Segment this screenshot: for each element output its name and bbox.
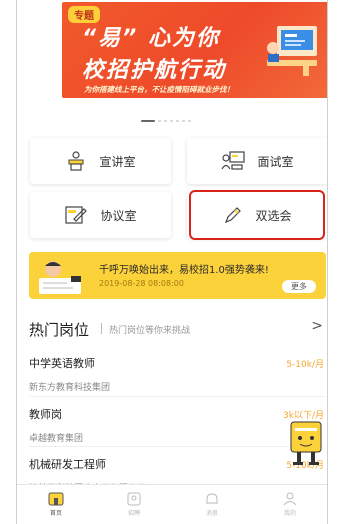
job-list-item[interactable]: 中学英语教师 新东方教育科技集团 5-10k/月 (29, 355, 324, 393)
job-title: 机械研发工程师 (29, 458, 106, 471)
job-salary: 5-10k/月 (286, 360, 324, 370)
tab-label: 消息 (205, 510, 218, 517)
job-company: 卓越教育集团 (29, 434, 84, 444)
resume-icon (127, 492, 141, 506)
carousel-dot-active[interactable] (141, 120, 155, 122)
home-icon (48, 492, 64, 506)
grid-item-label: 面试室 (257, 154, 294, 169)
section-subtitle: 热门岗位等你来挑战 (109, 326, 191, 336)
tab-label: 我的 (283, 510, 296, 517)
selection-highlight (189, 190, 325, 240)
meeting-icon (221, 151, 246, 170)
job-list-item[interactable]: 教师岗 卓越教育集团 3k以下/月 (29, 406, 324, 444)
podium-icon (68, 151, 84, 171)
carousel-dot[interactable] (164, 120, 167, 122)
list-divider (29, 446, 324, 447)
contract-icon (65, 206, 88, 224)
carousel-dot[interactable] (182, 120, 185, 122)
more-button[interactable]: 更多 (282, 280, 316, 293)
grid-item-label: 宣讲室 (99, 154, 136, 169)
banner-subtitle: 为你搭建线上平台，不让疫情阻碍就业步伐！ (84, 85, 234, 94)
app-frame: 专题 “易” 心为你 校招护航行动 为你搭建线上平台，不让疫情阻碍就业步伐！ 宣… (16, 0, 328, 524)
grid-item-label: 协议室 (100, 208, 137, 223)
bell-icon (206, 493, 218, 504)
tab-label: 首页 (49, 510, 62, 517)
tab-home[interactable]: 首页 (17, 485, 95, 524)
grid-item-agreement-room[interactable]: 协议室 (30, 192, 171, 238)
section-title: 热门岗位 (29, 321, 90, 339)
list-divider (29, 396, 324, 397)
carousel-dot[interactable] (188, 120, 191, 122)
banner-headline-2: 校招护航行动 (82, 58, 227, 83)
tab-messages[interactable]: 消息 (173, 485, 251, 524)
tab-label: 招聘 (127, 510, 140, 517)
job-title: 中学英语教师 (29, 357, 95, 370)
section-divider (101, 323, 102, 334)
banner-illustration-icon (267, 26, 317, 76)
job-title: 教师岗 (29, 408, 62, 421)
mascot-icon[interactable] (285, 418, 327, 468)
bottom-tab-bar: 首页 招聘 消息 我的 (17, 484, 327, 524)
announcement-title: 千呼万唤始出来，易校招1.0强势袭来! (99, 265, 269, 276)
carousel-indicator[interactable] (141, 120, 191, 122)
user-icon (283, 492, 297, 506)
job-company: 新东方教育科技集团 (29, 383, 111, 393)
announcement-card[interactable]: 千呼万唤始出来，易校招1.0强势袭来! 2019-08-28 08:08:00 … (29, 252, 326, 299)
announcement-illustration-icon (39, 261, 81, 294)
tab-recruit[interactable]: 招聘 (95, 485, 173, 524)
tab-profile[interactable]: 我的 (251, 485, 327, 524)
promo-banner[interactable]: 专题 “易” 心为你 校招护航行动 为你搭建线上平台，不让疫情阻碍就业步伐！ (62, 2, 327, 98)
grid-item-interview-room[interactable]: 面试室 (187, 138, 327, 184)
carousel-dot[interactable] (158, 120, 161, 122)
carousel-dot[interactable] (176, 120, 179, 122)
chevron-right-icon[interactable]: > (311, 318, 323, 334)
grid-item-presentation-room[interactable]: 宣讲室 (30, 138, 171, 184)
announcement-date: 2019-08-28 08:08:00 (99, 279, 184, 288)
carousel-dot[interactable] (170, 120, 173, 122)
banner-headline: “易” 心为你 (82, 26, 220, 51)
